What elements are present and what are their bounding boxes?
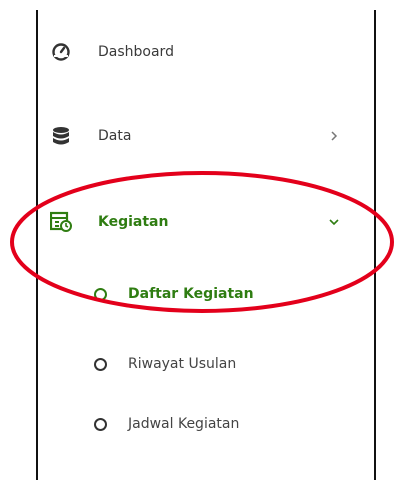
- database-icon: [50, 125, 72, 147]
- gauge-icon: [50, 41, 72, 63]
- submenu-item-label: Jadwal Kegiatan: [128, 416, 240, 432]
- circle-icon: [94, 417, 107, 431]
- submenu-item-label: Daftar Kegiatan: [128, 286, 254, 302]
- submenu-item-daftar-kegiatan[interactable]: Daftar Kegiatan: [38, 276, 374, 312]
- sidebar-item-data[interactable]: Data: [38, 116, 374, 156]
- sidebar-item-label: Data: [98, 128, 132, 144]
- sidebar-item-label: Dashboard: [98, 44, 174, 60]
- submenu-item-jadwal-kegiatan[interactable]: Jadwal Kegiatan: [38, 406, 374, 442]
- chevron-down-icon: [328, 216, 340, 228]
- circle-icon: [94, 357, 107, 371]
- submenu-item-label: Riwayat Usulan: [128, 356, 237, 372]
- calendar-list-icon: [50, 211, 72, 233]
- circle-icon: [94, 287, 107, 301]
- sidebar-panel: Dashboard Data Kegiatan Daftar Kegiatan …: [36, 10, 376, 480]
- chevron-right-icon: [328, 130, 340, 142]
- sidebar-item-label: Kegiatan: [98, 214, 169, 230]
- sidebar-item-kegiatan[interactable]: Kegiatan: [38, 202, 374, 242]
- sidebar-item-dashboard[interactable]: Dashboard: [38, 32, 374, 72]
- submenu-item-riwayat-usulan[interactable]: Riwayat Usulan: [38, 346, 374, 382]
